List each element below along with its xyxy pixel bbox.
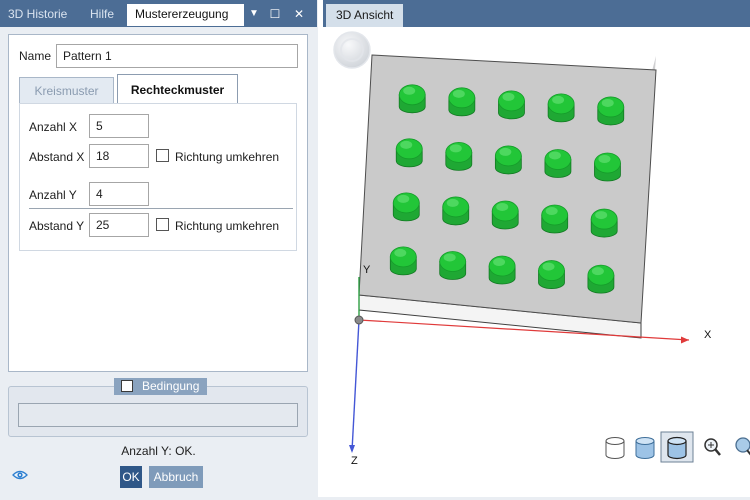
- anzahl-x-label: Anzahl X: [29, 120, 78, 134]
- pattern-form: Name Kreismuster Rechteckmuster Anzahl X…: [8, 34, 308, 372]
- pattern-feature-3-4: [587, 264, 615, 294]
- anzahl-x-input[interactable]: [89, 114, 149, 138]
- view-toolbar: [605, 431, 750, 463]
- pattern-feature-3-3: [538, 260, 565, 289]
- panel-tab-bar: 3D Historie Hilfe Mustererzeugung ▼ ☐ ✕: [0, 0, 317, 27]
- pattern-feature-2-0: [392, 192, 420, 222]
- pattern-feature-3-2: [488, 255, 516, 285]
- pattern-feature-1-4: [594, 152, 621, 182]
- tab-3d-ansicht[interactable]: 3D Ansicht: [326, 4, 404, 27]
- anzahl-y-label: Anzahl Y: [29, 188, 77, 202]
- condition-input[interactable]: [18, 403, 298, 427]
- reverse-x-checkbox[interactable]: [156, 149, 169, 162]
- pattern-feature-0-4: [597, 96, 625, 126]
- pattern-feature-1-2: [494, 145, 522, 175]
- 3d-viewport[interactable]: X Y Z: [323, 27, 750, 497]
- abstand-y-label: Abstand Y: [29, 219, 85, 233]
- tab-hilfe[interactable]: Hilfe: [82, 4, 122, 26]
- anzahl-y-input[interactable]: [89, 182, 149, 206]
- reverse-x-label: Richtung umkehren: [175, 150, 280, 164]
- tab-rechteckmuster[interactable]: Rechteckmuster: [117, 74, 238, 105]
- pattern-feature-2-4: [590, 208, 618, 238]
- abstand-y-input[interactable]: [89, 213, 149, 237]
- condition-label: Bedingung: [142, 379, 200, 393]
- panel-menu-icon[interactable]: ▼: [245, 5, 263, 23]
- pattern-feature-3-1: [439, 251, 467, 280]
- pattern-feature-3-0: [389, 246, 417, 276]
- view-cube-icon[interactable]: [333, 31, 371, 69]
- pattern-feature-0-0: [398, 84, 426, 114]
- cylinder-filled-icon[interactable]: [635, 437, 655, 459]
- pattern-feature-1-1: [445, 141, 473, 171]
- pattern-feature-0-1: [448, 87, 476, 117]
- pattern-feature-2-1: [442, 196, 470, 226]
- tab-kreismuster[interactable]: Kreismuster: [19, 77, 114, 106]
- x-axis-arrow: [681, 336, 689, 344]
- tab-mustererzeugung[interactable]: Mustererzeugung: [127, 4, 244, 26]
- reverse-y-checkbox[interactable]: [156, 218, 169, 231]
- pattern-feature-1-3: [544, 149, 572, 178]
- tab-3d-historie[interactable]: 3D Historie: [0, 4, 75, 26]
- condition-checkbox[interactable]: [121, 380, 133, 392]
- abstand-x-label: Abstand X: [29, 150, 85, 164]
- abstand-x-input[interactable]: [89, 144, 149, 168]
- ok-button[interactable]: OK: [120, 466, 142, 488]
- view-tab-bar: 3D Ansicht: [323, 0, 750, 27]
- name-label: Name: [19, 49, 52, 63]
- reverse-y-label: Richtung umkehren: [175, 219, 280, 233]
- eye-icon[interactable]: [12, 469, 28, 484]
- origin-marker: [354, 315, 364, 325]
- z-axis-label: Z: [351, 455, 358, 467]
- view-panel: 3D Ansicht X Y Z: [323, 0, 750, 497]
- cancel-button[interactable]: Abbruch: [149, 466, 203, 488]
- status-message: Anzahl Y: OK.: [121, 444, 196, 458]
- pattern-feature-2-3: [541, 204, 569, 234]
- zoom-icon[interactable]: [704, 438, 721, 456]
- cylinder-outline-icon[interactable]: [605, 437, 625, 459]
- pattern-feature-2-2: [491, 200, 519, 230]
- pattern-feature-1-0: [395, 138, 423, 168]
- y-axis-label: Y: [363, 264, 371, 276]
- x-axis-label: X: [704, 329, 712, 341]
- z-axis-arrow: [349, 445, 355, 453]
- z-axis: [351, 319, 360, 452]
- pattern-feature-0-2: [498, 90, 525, 120]
- pattern-panel: 3D Historie Hilfe Mustererzeugung ▼ ☐ ✕ …: [0, 0, 317, 497]
- scene-canvas: X Y Z: [333, 31, 750, 467]
- maximize-icon[interactable]: ☐: [266, 5, 284, 23]
- view-rotate-icon[interactable]: [735, 437, 750, 456]
- close-icon[interactable]: ✕: [290, 5, 308, 23]
- name-input[interactable]: [56, 44, 298, 68]
- section-divider: [29, 208, 293, 209]
- pattern-feature-0-3: [547, 93, 575, 123]
- cylinder-shaded-icon[interactable]: [660, 431, 694, 463]
- condition-header[interactable]: Bedingung: [114, 378, 207, 395]
